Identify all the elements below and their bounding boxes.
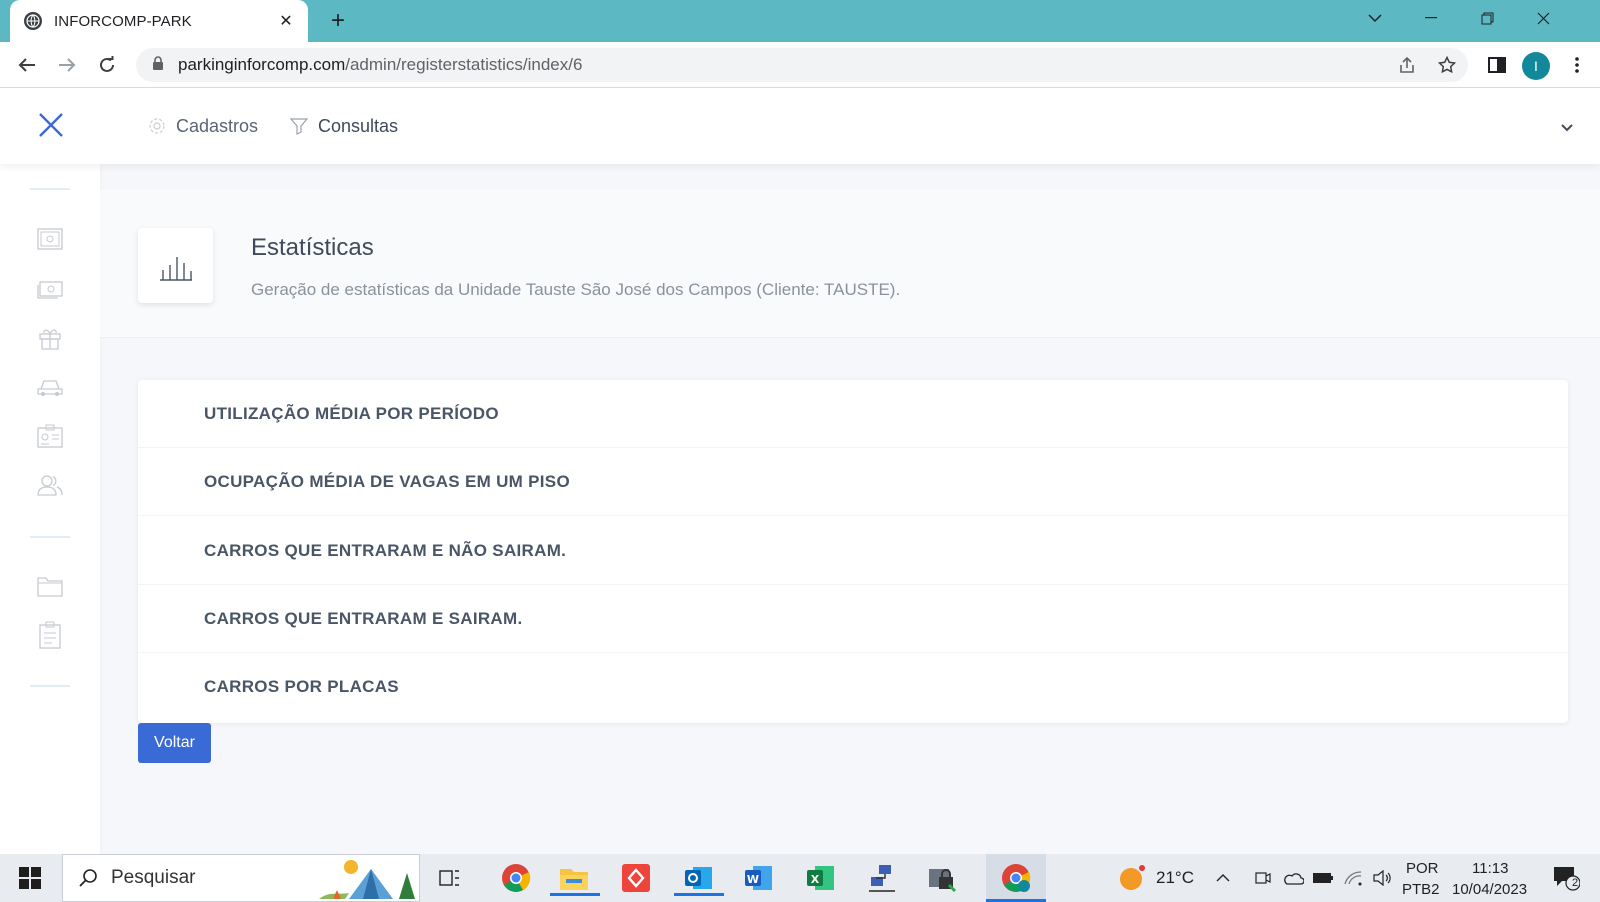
wifi-icon[interactable] (1340, 860, 1366, 896)
menu-consultas[interactable]: Consultas (290, 112, 398, 140)
tab-search-icon[interactable] (1352, 0, 1398, 36)
side-panel-icon[interactable] (1482, 50, 1512, 80)
bookmark-star-icon[interactable] (1432, 50, 1462, 80)
chevron-down-icon[interactable] (1558, 118, 1576, 136)
keyboard-layout[interactable]: PTB2 (1402, 881, 1440, 898)
users-icon[interactable] (36, 471, 64, 499)
url-host: parkinginforcomp.com (178, 55, 346, 74)
reload-icon[interactable] (92, 50, 122, 80)
id-card-icon[interactable] (36, 422, 64, 450)
weather-icon[interactable] (1112, 860, 1152, 896)
vpn-lock-icon[interactable] (922, 860, 962, 896)
windows-taskbar: Pesquisar W X 21°C POR PTB2 11:13 10/04/… (0, 854, 1600, 902)
search-icon (79, 869, 97, 887)
windows-start-icon[interactable] (8, 860, 52, 896)
menu-consultas-label: Consultas (318, 115, 399, 136)
profile-avatar[interactable]: I (1522, 52, 1550, 80)
tab-title: INFORCOMP-PARK (54, 12, 192, 30)
menu-cadastros[interactable]: Cadastros (148, 112, 258, 140)
back-arrow-icon[interactable] (12, 50, 42, 80)
clock-date[interactable]: 10/04/2023 (1452, 881, 1527, 898)
folder-icon[interactable] (36, 572, 64, 600)
keyboard-language[interactable]: POR (1406, 860, 1439, 877)
page-title: Estatísticas (251, 234, 374, 261)
filter-icon (290, 118, 308, 135)
restore-icon[interactable] (1464, 0, 1510, 36)
minimize-icon[interactable] (1408, 0, 1454, 36)
car-icon[interactable] (36, 373, 64, 401)
network-tool-icon[interactable] (862, 860, 902, 896)
close-menu-icon[interactable] (36, 110, 66, 140)
forward-arrow-icon[interactable] (52, 50, 82, 80)
tab-close-icon[interactable]: ✕ (276, 11, 296, 31)
safe-icon[interactable] (36, 225, 64, 253)
gear-icon (149, 118, 165, 134)
notification-count: 2 (1572, 877, 1579, 889)
clock-time[interactable]: 11:13 (1472, 860, 1508, 877)
browser-toolbar: parkinginforcomp.com/admin/registerstati… (0, 42, 1600, 88)
temperature-text: 21°C (1156, 868, 1194, 887)
page-subtitle: Geração de estatísticas da Unidade Taust… (251, 280, 901, 299)
anydesk-icon[interactable] (616, 860, 656, 896)
clipboard-icon[interactable] (36, 621, 64, 649)
active-app-indicator (674, 893, 724, 896)
volume-icon[interactable] (1370, 860, 1396, 896)
sidebar-divider (30, 188, 70, 190)
back-button[interactable]: Voltar (138, 723, 211, 763)
word-icon[interactable]: W (738, 860, 778, 896)
menu-cadastros-label: Cadastros (176, 115, 259, 136)
kebab-menu-icon[interactable] (1562, 50, 1592, 80)
battery-icon[interactable] (1310, 860, 1336, 896)
excel-icon[interactable]: X (800, 860, 840, 896)
taskbar-search-label: Pesquisar (111, 867, 196, 888)
chrome-taskbar-icon[interactable] (496, 860, 536, 896)
browser-tab[interactable]: INFORCOMP-PARK ✕ (10, 0, 308, 42)
meet-now-icon[interactable] (1252, 860, 1274, 896)
active-app-indicator (550, 893, 600, 896)
svg-text:W: W (747, 873, 759, 886)
stat-carros-por-placas[interactable]: CARROS POR PLACAS (138, 653, 1568, 721)
main-content: Estatísticas Geração de estatísticas da … (100, 164, 1600, 854)
notifications-icon[interactable]: 2 (1546, 860, 1586, 896)
svg-text:X: X (811, 873, 820, 886)
lock-icon (152, 55, 164, 75)
stat-carros-nao-sairam[interactable]: CARROS QUE ENTRARAM E NÃO SAIRAM. (138, 517, 1568, 585)
address-bar[interactable]: parkinginforcomp.com/admin/registerstati… (136, 48, 1468, 82)
url-text: parkinginforcomp.com/admin/registerstati… (178, 55, 582, 75)
task-view-icon[interactable] (430, 860, 470, 896)
camping-illustration-icon (319, 860, 415, 899)
file-explorer-icon[interactable] (550, 860, 600, 896)
url-path: /admin/registerstatistics/index/6 (345, 55, 583, 74)
onedrive-cloud-icon[interactable] (1280, 860, 1306, 896)
chrome-active-icon[interactable] (986, 854, 1046, 902)
sidebar-divider (30, 685, 70, 687)
chevron-up-icon[interactable] (1212, 860, 1234, 896)
statistics-list: UTILIZAÇÃO MÉDIA POR PERÍODO OCUPAÇÃO MÉ… (138, 380, 1568, 723)
stat-utilizacao-media[interactable]: UTILIZAÇÃO MÉDIA POR PERÍODO (138, 380, 1568, 448)
stat-ocupacao-media[interactable]: OCUPAÇÃO MÉDIA DE VAGAS EM UM PISO (138, 448, 1568, 516)
browser-tabstrip: INFORCOMP-PARK ✕ + (0, 0, 1600, 42)
window-close-icon[interactable] (1520, 0, 1566, 36)
money-icon[interactable] (36, 274, 64, 302)
globe-icon (24, 12, 42, 30)
new-tab-icon[interactable]: + (320, 6, 356, 36)
stat-carros-sairam[interactable]: CARROS QUE ENTRARAM E SAIRAM. (138, 585, 1568, 653)
page-title-band: Estatísticas Geração de estatísticas da … (100, 190, 1600, 338)
app-header: Cadastros Consultas (0, 88, 1600, 164)
taskbar-search[interactable]: Pesquisar (62, 854, 420, 902)
bar-chart-icon (138, 228, 213, 303)
share-icon[interactable] (1392, 50, 1422, 80)
gift-icon[interactable] (36, 324, 64, 352)
outlook-icon[interactable] (674, 860, 724, 896)
sidebar (0, 164, 100, 854)
sidebar-divider (30, 536, 70, 538)
